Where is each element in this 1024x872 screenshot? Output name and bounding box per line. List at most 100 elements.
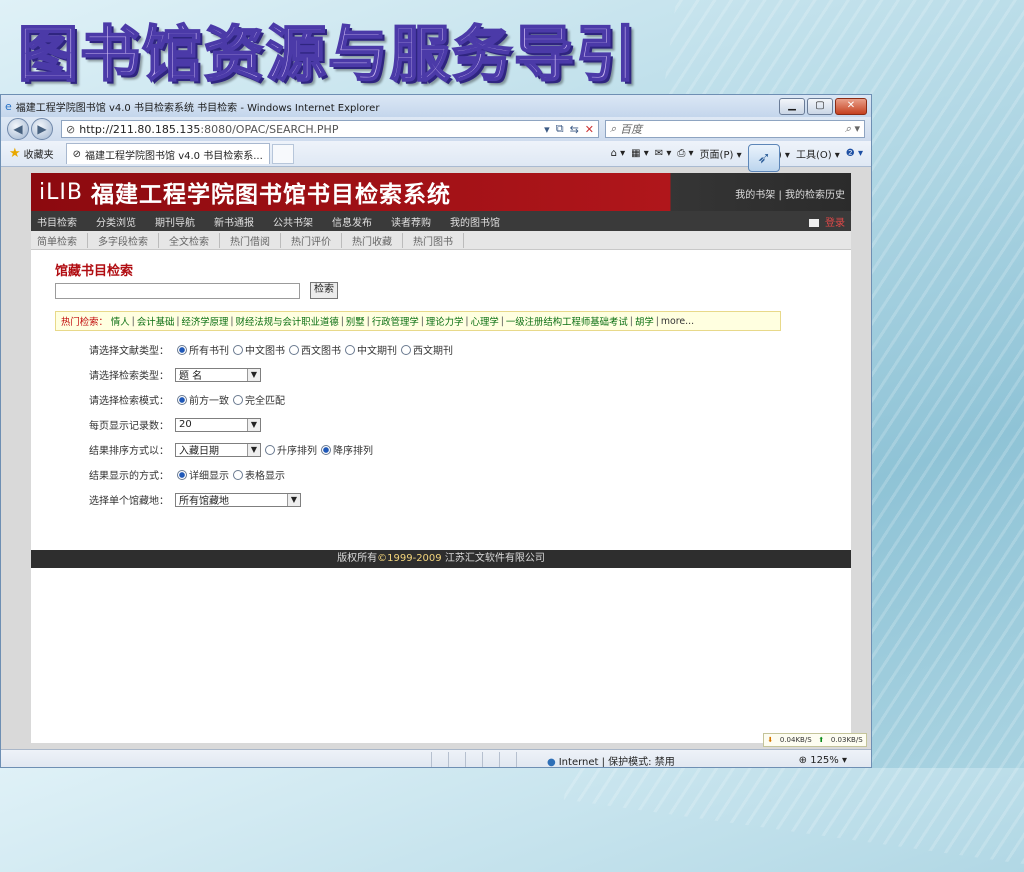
favorites-star-icon[interactable]: ★ [9,146,21,161]
doc-type-row: 请选择文献类型： 所有书刊 中文图书 西文图书 中文期刊 西文期刊 [89,337,851,362]
radio-exact-match[interactable] [233,394,243,405]
upload-arrow-icon: ⬆ [818,736,825,744]
search-type-select[interactable]: 题 名 ▼ [175,367,261,382]
radio-label: 西文图书 [301,346,341,357]
hot-keyword[interactable]: 行政管理学 [372,314,419,328]
dropdown-arrow-icon[interactable]: ▾ [544,123,550,136]
subnav-item[interactable]: 热门借阅 [220,232,281,248]
maximize-button[interactable]: ▢ [807,97,833,115]
refresh-icon[interactable]: ⇆ [570,123,579,136]
hot-keyword[interactable]: 别墅 [346,314,365,328]
subnav-item[interactable]: 热门图书 [403,232,464,248]
radio-label: 详细显示 [189,471,229,482]
tools-menu[interactable]: 工具(O) ▾ [796,146,840,161]
mail-icon[interactable]: ✉ ▾ [655,148,672,159]
nav-item[interactable]: 新书通报 [214,214,254,229]
subnav-item[interactable]: 热门收藏 [342,232,403,248]
nav-item[interactable]: 我的图书馆 [450,214,500,229]
keyword-input[interactable] [55,282,300,299]
subnav-item[interactable]: 多字段检索 [88,232,159,248]
nav-item[interactable]: 期刊导航 [155,214,195,229]
options-block: 请选择文献类型： 所有书刊 中文图书 西文图书 中文期刊 西文期刊 请选择检索类… [55,337,851,512]
location-select[interactable]: 所有馆藏地 ▼ [175,492,301,507]
new-tab-button[interactable] [271,143,294,164]
search-button[interactable]: 检索 [310,282,338,299]
hot-keyword[interactable]: 胡学 [635,314,654,328]
radio-chinese-journals[interactable] [345,344,355,355]
url-text: http://211.80.185.135:8080/OPAC/SEARCH.P… [79,122,339,136]
search-input[interactable]: 百度 [620,121,845,137]
sort-row: 结果排序方式以： 入藏日期 ▼ 升序排列 降序排列 [89,437,851,462]
minimize-button[interactable]: ▁ [779,97,805,115]
hot-keyword[interactable]: 经济学原理 [182,314,229,328]
search-form: 馆藏书目检索 检索 热门检索： 情人 | 会计基础 | 经济学原理 | 财经法规与会计… [31,250,851,512]
address-row: ◀ ▶ ⊘ http://211.80.185.135:8080/OPAC/SE… [1,117,871,141]
radio-table-view[interactable] [233,469,243,480]
subnav-item[interactable]: 全文检索 [159,232,220,248]
footer-copyright: 版权所有 [337,553,378,564]
favorites-bar: ★ 收藏夹 ⊘ 福建工程学院图书馆 v4.0 书目检索系... ⌂ ▾ ▦ ▾ … [1,141,871,167]
nav-item[interactable]: 读者荐购 [391,214,431,229]
hot-keyword[interactable]: 心理学 [471,314,499,328]
radio-chinese-books[interactable] [233,344,243,355]
hot-keyword[interactable]: 一级注册结构工程师基础考试 [506,314,628,328]
hot-keyword[interactable]: 会计基础 [137,314,175,328]
radio-prefix-match[interactable] [177,394,187,405]
radio-all-docs[interactable] [177,344,187,355]
radio-label: 所有书刊 [189,346,229,357]
print-icon[interactable]: ⎙ ▾ [677,148,693,159]
compatibility-icon[interactable]: ⧉ [556,122,564,136]
radio-western-journals[interactable] [401,344,411,355]
sort-label: 结果排序方式以： [89,446,169,457]
tab-label: 福建工程学院图书馆 v4.0 书目检索系... [85,150,263,162]
stop-icon[interactable]: ✕ [585,123,594,136]
web-search-box[interactable]: ⌕ 百度 ⌕ ▾ [605,120,865,138]
browser-viewport: iLIB 福建工程学院图书馆书目检索系统 我的书架 | 我的检索历史 书目检索 … [1,167,871,767]
address-bar[interactable]: ⊘ http://211.80.185.135:8080/OPAC/SEARCH… [61,120,599,138]
hot-more-link[interactable]: more... [661,316,694,327]
nav-item[interactable]: 公共书架 [273,214,313,229]
library-footer: 版权所有©1999-2009 江苏汇文软件有限公司 [31,550,851,568]
search-type-row: 请选择检索类型： 题 名 ▼ [89,362,851,387]
display-label: 结果显示的方式： [89,471,169,482]
home-icon[interactable]: ⌂ ▾ [611,148,626,159]
radio-ascending[interactable] [265,444,275,455]
zoom-control[interactable]: ⊕ 125% ▾ [799,755,847,766]
feeds-icon[interactable]: ▦ ▾ [631,148,649,159]
nav-item[interactable]: 信息发布 [332,214,372,229]
subnav-item[interactable]: 简单检索 [37,232,88,248]
sort-field-select[interactable]: 入藏日期 ▼ [175,442,261,457]
hot-keyword[interactable]: 情人 [111,314,130,328]
hot-keyword[interactable]: 理论力学 [426,314,464,328]
subnav-item[interactable]: 热门评价 [281,232,342,248]
zoom-icon: ⊕ [798,754,811,766]
hot-keyword[interactable]: 财经法规与会计职业道德 [236,314,339,328]
help-icon[interactable]: ❷ ▾ [846,148,863,159]
status-bar: ● Internet | 保护模式: 禁用 ⊕ 125% ▾ [1,749,871,767]
library-name: 福建工程学院图书馆书目检索系统 [91,182,451,208]
nav-item[interactable]: 分类浏览 [96,214,136,229]
nav-item[interactable]: 书目检索 [37,214,77,229]
radio-descending[interactable] [321,444,331,455]
radio-western-books[interactable] [289,344,299,355]
bird-toolbar-icon[interactable]: ➶ [748,144,780,172]
upload-speed: 0.03KB/S [830,736,863,744]
per-page-select[interactable]: 20 ▼ [175,417,261,432]
radio-detail-view[interactable] [177,469,187,480]
page-menu[interactable]: 页面(P) ▾ [700,146,742,161]
login-card-icon [809,218,819,227]
login-link[interactable]: 登录 [809,214,845,229]
favorites-button[interactable]: 收藏夹 [24,146,54,161]
search-icon: ⌕ [610,122,617,135]
search-dropdown-icon[interactable]: ⌕ ▾ [845,122,860,136]
section-title: 馆藏书目检索 [55,264,134,279]
user-links[interactable]: 我的书架 | 我的检索历史 [735,186,845,201]
radio-label: 表格显示 [245,471,285,482]
browser-tab[interactable]: ⊘ 福建工程学院图书馆 v4.0 书目检索系... [65,143,270,164]
close-button[interactable]: ✕ [835,97,867,115]
forward-arrow-icon[interactable]: ▶ [31,118,53,140]
back-arrow-icon[interactable]: ◀ [7,118,29,140]
chevron-down-icon: ▼ [247,418,260,431]
ie-logo-icon: e [5,99,12,113]
radio-label: 完全匹配 [245,396,285,407]
